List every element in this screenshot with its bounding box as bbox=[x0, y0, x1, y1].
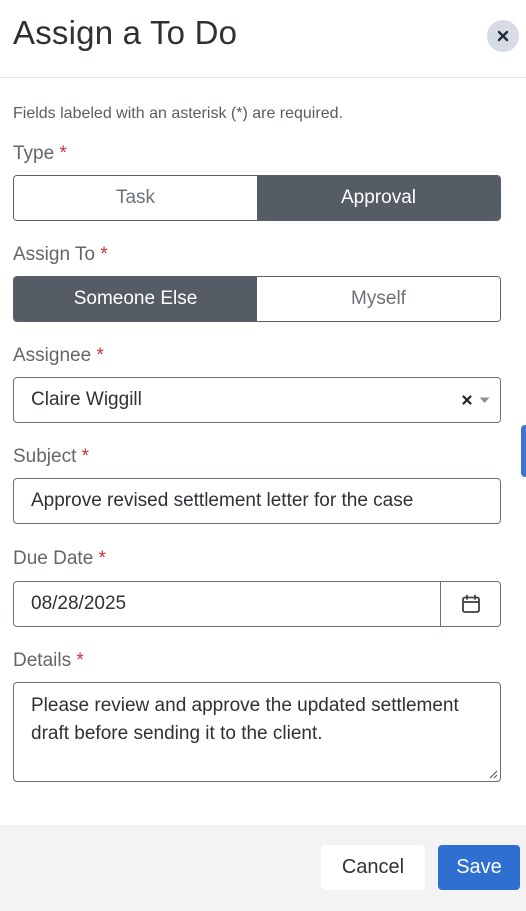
due-date-label-text: Due Date bbox=[13, 548, 94, 569]
scroll-tab[interactable] bbox=[521, 425, 526, 477]
details-value: Please review and approve the updated se… bbox=[31, 695, 459, 744]
dialog-footer: Cancel Save bbox=[0, 825, 526, 911]
assign-option-myself[interactable]: Myself bbox=[257, 277, 500, 321]
calendar-icon bbox=[461, 594, 480, 613]
assignee-value: Claire Wiggill bbox=[31, 389, 142, 410]
required-asterisk: * bbox=[98, 548, 106, 569]
type-segmented-control: Task Approval bbox=[13, 175, 501, 221]
required-note: Fields labeled with an asterisk (*) are … bbox=[13, 105, 343, 122]
assign-to-label-text: Assign To bbox=[13, 244, 96, 265]
subject-input[interactable]: Approve revised settlement letter for th… bbox=[13, 478, 501, 524]
assignee-select[interactable]: Claire Wiggill bbox=[13, 377, 501, 423]
required-asterisk: * bbox=[81, 446, 90, 467]
required-asterisk: * bbox=[76, 650, 84, 671]
close-button[interactable] bbox=[487, 20, 519, 52]
assign-to-label: Assign To * bbox=[13, 244, 108, 266]
due-date-field: 08/28/2025 bbox=[13, 581, 501, 627]
subject-label: Subject * bbox=[13, 446, 89, 468]
details-textarea[interactable]: Please review and approve the updated se… bbox=[13, 682, 501, 782]
assign-option-someone-else[interactable]: Someone Else bbox=[14, 277, 257, 321]
due-date-label: Due Date * bbox=[13, 548, 106, 570]
type-label: Type * bbox=[13, 143, 67, 165]
required-asterisk: * bbox=[100, 244, 108, 265]
assignee-label: Assignee * bbox=[13, 345, 104, 367]
chevron-down-icon[interactable] bbox=[479, 397, 490, 404]
dialog-body: Fields labeled with an asterisk (*) are … bbox=[0, 79, 526, 824]
details-label-text: Details bbox=[13, 650, 72, 671]
assign-to-segmented-control: Someone Else Myself bbox=[13, 276, 501, 322]
due-date-value: 08/28/2025 bbox=[31, 593, 127, 614]
cancel-button[interactable]: Cancel bbox=[321, 845, 425, 890]
assignee-label-text: Assignee bbox=[13, 345, 92, 366]
subject-label-text: Subject bbox=[13, 446, 77, 467]
close-icon bbox=[497, 30, 509, 42]
calendar-button[interactable] bbox=[440, 582, 500, 626]
subject-value: Approve revised settlement letter for th… bbox=[31, 490, 414, 511]
type-option-approval[interactable]: Approval bbox=[257, 176, 500, 220]
required-asterisk: * bbox=[96, 345, 104, 366]
clear-icon[interactable] bbox=[462, 395, 472, 405]
resize-handle-icon[interactable] bbox=[488, 769, 498, 779]
required-asterisk: * bbox=[59, 143, 67, 164]
dialog-header: Assign a To Do bbox=[0, 0, 526, 78]
save-button[interactable]: Save bbox=[438, 845, 520, 890]
type-label-text: Type bbox=[13, 143, 55, 164]
dialog-title: Assign a To Do bbox=[13, 14, 238, 51]
due-date-input[interactable]: 08/28/2025 bbox=[14, 582, 440, 626]
details-label: Details * bbox=[13, 650, 84, 672]
type-option-task[interactable]: Task bbox=[14, 176, 257, 220]
